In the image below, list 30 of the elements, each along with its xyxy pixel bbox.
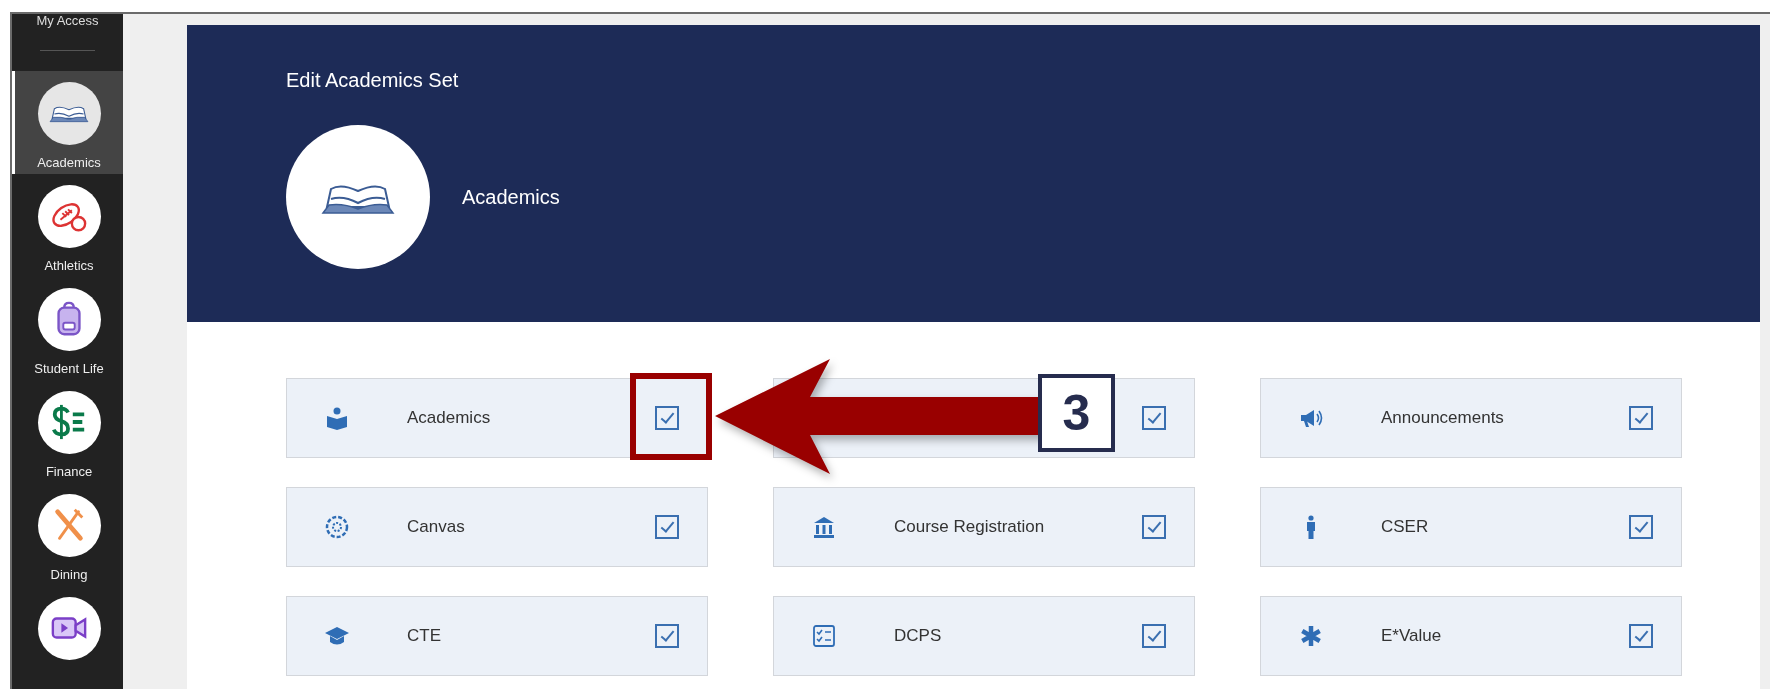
checkbox[interactable] xyxy=(655,624,679,648)
item-label: CSER xyxy=(1381,517,1430,537)
asterisk-icon xyxy=(1299,624,1323,648)
page-title: Edit Academics Set xyxy=(286,68,460,92)
checkbox[interactable] xyxy=(655,515,679,539)
reader-icon xyxy=(325,406,349,430)
checkbox[interactable] xyxy=(1142,515,1166,539)
item-label: Announcements xyxy=(1381,408,1505,428)
checkbox[interactable] xyxy=(1142,624,1166,648)
item-label: Course Registration xyxy=(894,517,1046,537)
checkbox[interactable] xyxy=(1142,406,1166,430)
item-label: Academics xyxy=(407,408,492,428)
checkbox[interactable] xyxy=(1629,624,1653,648)
sidebar-item[interactable]: Finance xyxy=(12,379,123,483)
checkbox[interactable] xyxy=(1629,515,1653,539)
item-label: Canvas xyxy=(407,517,466,537)
item-label: E*Value xyxy=(1381,626,1443,646)
checklist-icon xyxy=(812,624,836,648)
set-name: Academics xyxy=(462,185,560,209)
sidebar-item[interactable]: Academics xyxy=(12,70,123,174)
step-number: 3 xyxy=(1038,374,1115,452)
checkbox[interactable] xyxy=(1629,406,1653,430)
sidebar-item[interactable]: Athletics xyxy=(12,173,123,277)
checkbox[interactable] xyxy=(655,406,679,430)
item-label: DCPS xyxy=(894,626,943,646)
sidebar-label: My Access xyxy=(35,14,100,28)
bank-icon xyxy=(812,515,836,539)
sidebar-item[interactable]: Dining xyxy=(12,482,123,586)
sidebar-item[interactable]: Student Life xyxy=(12,276,123,380)
item-label: CTE xyxy=(407,626,442,646)
